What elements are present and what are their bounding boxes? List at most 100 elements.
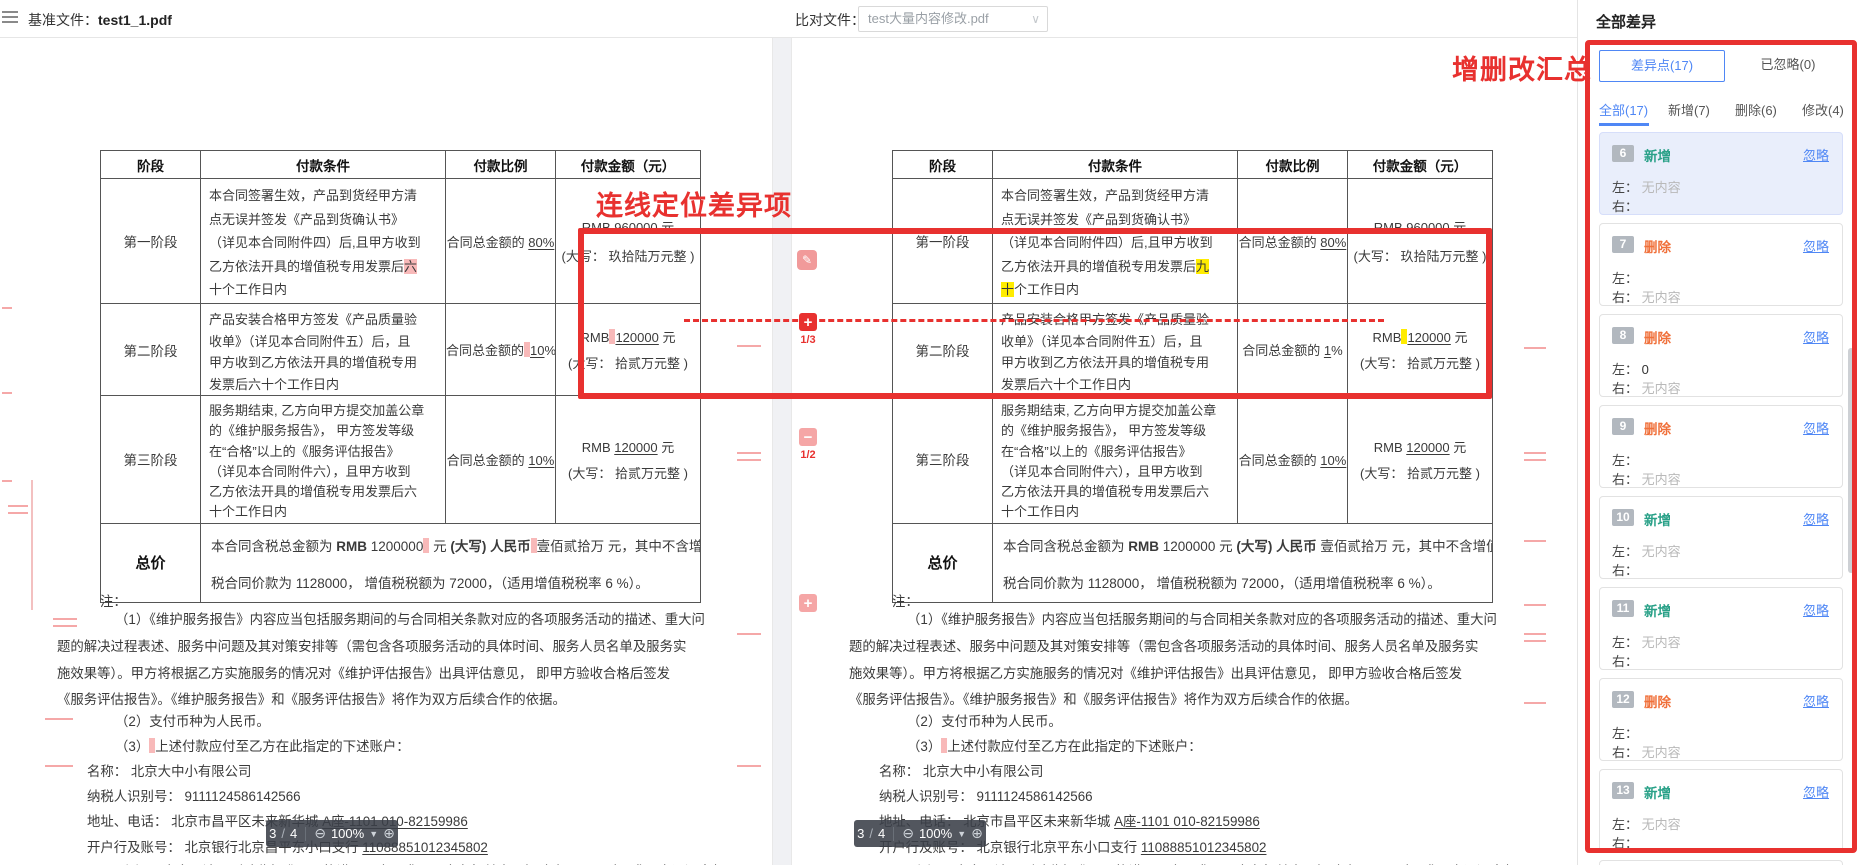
- doc-text: RMB: [582, 440, 615, 455]
- ignore-link[interactable]: 忽略: [1803, 418, 1829, 437]
- doc-text: %: [544, 343, 555, 358]
- zoom-out-icon[interactable]: ⊖: [902, 825, 914, 842]
- filter-deleted[interactable]: 删除(6): [1735, 100, 1777, 119]
- doc-text: (大写： 玖拾陆万元整 ): [1354, 249, 1487, 264]
- note-line: 名称： 北京大中小有限公司: [879, 762, 1043, 782]
- doc-text: (大写： 拾贰万元整 ): [568, 466, 688, 481]
- diff-card[interactable]: 8删除忽略左： 0右： 无内容: [1599, 314, 1843, 397]
- column-header: 付款条件: [201, 151, 446, 179]
- zoom-in-icon[interactable]: ⊕: [971, 825, 983, 842]
- diff-card-left-row: 左： 0: [1612, 359, 1649, 378]
- doc-text: 甲方收到乙方依法开具的增值税专用: [209, 355, 417, 370]
- column-header: 阶段: [893, 151, 993, 179]
- right-label: 右：: [1612, 290, 1638, 305]
- compare-file-label-text: 比对文件：: [795, 12, 865, 28]
- doc-text: 合同总金额的: [447, 235, 529, 250]
- diff-card[interactable]: 7删除忽略左： 右： 无内容: [1599, 223, 1843, 306]
- stage-cell: 第二阶段: [893, 304, 993, 396]
- page-current: 3: [857, 826, 864, 841]
- ignore-link[interactable]: 忽略: [1803, 145, 1829, 164]
- filter-added[interactable]: 新增(7): [1668, 100, 1710, 119]
- zoom-in-icon[interactable]: ⊕: [383, 825, 395, 842]
- highlighted-text: 80%: [1320, 235, 1346, 250]
- highlighted-text: (大写) 人民币: [1236, 539, 1316, 554]
- diff-tick-mark: [53, 618, 77, 620]
- right-page-toolbar: 3 / 4 ⊖ 100% ▼ ⊕: [854, 820, 986, 847]
- left-value: 无内容: [1638, 544, 1681, 559]
- right-value: 无内容: [1638, 472, 1681, 487]
- ignore-link[interactable]: 忽略: [1803, 327, 1829, 346]
- right-value: 无内容: [1638, 290, 1681, 305]
- doc-text: 注：: [100, 594, 127, 609]
- filter-all[interactable]: 全部(17): [1599, 100, 1648, 119]
- doc-text: 服务期结束, 乙方向甲方提交加盖公章: [209, 403, 424, 418]
- diff-tick-mark: [2, 392, 12, 394]
- filter-modified[interactable]: 修改(4): [1802, 100, 1844, 119]
- expand-diff-button-2[interactable]: +: [799, 594, 817, 612]
- diff-tick-mark: [53, 625, 77, 627]
- stage-cell: 第二阶段: [101, 304, 201, 396]
- doc-text: 合同总金额的: [447, 453, 529, 468]
- panel-scrollbar[interactable]: [1848, 348, 1854, 573]
- ignore-link[interactable]: 忽略: [1803, 782, 1829, 801]
- compare-file-select[interactable]: test大量内容修改.pdf ∨: [858, 6, 1048, 32]
- diff-card[interactable]: 9删除忽略左： 右： 无内容: [1599, 405, 1843, 488]
- expand-diff-button[interactable]: +: [799, 313, 817, 331]
- annotate-pen-button[interactable]: ✎: [797, 250, 817, 270]
- doc-text: 点无误并签发《产品到货确认书》: [209, 212, 404, 227]
- right-label: 右：: [1612, 199, 1638, 214]
- ignore-link[interactable]: 忽略: [1803, 691, 1829, 710]
- doc-text: 本合同含税总金额为: [211, 539, 336, 554]
- condition-line: 点无误并签发《产品到货确认书》: [1001, 208, 1231, 232]
- ignore-link[interactable]: 忽略: [1803, 509, 1829, 528]
- note-line: 施效果等）。甲方将根据乙方实施服务的情况对《维护评估报告》出具评估意见， 即甲方…: [57, 664, 670, 684]
- condition-line: 十个工作日内: [1001, 278, 1231, 302]
- doc-text: 名称： 北京大中小有限公司: [879, 764, 1043, 779]
- left-value: 无内容: [1638, 635, 1681, 650]
- doc-text: 产品安装合格甲方签发《产品质量验: [1001, 312, 1209, 327]
- diff-position-indicator: 1/3: [799, 334, 817, 346]
- diff-tick-mark: [8, 512, 28, 514]
- zoom-out-icon[interactable]: ⊖: [314, 825, 326, 842]
- diff-card-badge: 12: [1612, 691, 1634, 708]
- collapse-diff-button[interactable]: −: [799, 428, 817, 446]
- diff-tick-mark: [737, 459, 761, 461]
- doc-text: 壹佰贰拾万 元，其中不含增值: [1317, 539, 1493, 554]
- doc-text: 个工作日内: [1014, 282, 1079, 297]
- highlighted-text: 80%: [528, 235, 554, 250]
- diff-card[interactable]: 10新增忽略左： 无内容右：: [1599, 496, 1843, 579]
- ratio-cell: 合同总金额的 1%: [1238, 304, 1348, 396]
- highlighted-text: 10: [530, 343, 544, 358]
- condition-line: 本合同签署生效，产品到货经甲方清: [1001, 184, 1231, 208]
- right-label: 右：: [1612, 836, 1638, 851]
- right-label: 右：: [1612, 745, 1638, 760]
- doc-text: 元: [659, 330, 676, 345]
- ratio-cell: 合同总金额的 10%: [446, 396, 556, 524]
- diff-card-right-row: 右： 无内容: [1612, 469, 1681, 488]
- amount-line: (大写： 拾贰万元整 ): [556, 353, 700, 372]
- diff-card-badge: 11: [1612, 600, 1634, 617]
- diff-card[interactable]: 11新增忽略左： 无内容右：: [1599, 587, 1843, 670]
- diff-card-type: 删除: [1644, 691, 1671, 711]
- doc-text: 元: [429, 539, 450, 554]
- page-separator: /: [281, 826, 285, 841]
- diff-card[interactable]: 12删除忽略左： 右： 无内容: [1599, 678, 1843, 761]
- zoom-caret-icon[interactable]: ▼: [957, 829, 966, 839]
- note-line: 纳税人识别号： 9111124586142566: [87, 787, 301, 807]
- condition-line: 乙方依法开具的增值税专用发票后六: [209, 255, 439, 279]
- diff-card[interactable]: 13新增忽略左： 无内容右：: [1599, 769, 1843, 852]
- condition-line: （详见本合同附件六），且甲方收到: [209, 462, 439, 482]
- table-total-row: 总价本合同含税总金额为 RMB 1200000 元 (大写) 人民币 壹佰贰拾万…: [101, 523, 701, 602]
- diff-card[interactable]: 14: [1599, 860, 1843, 865]
- ignore-link[interactable]: 忽略: [1803, 236, 1829, 255]
- diff-card[interactable]: 6新增忽略左： 无内容右：: [1599, 132, 1843, 215]
- zoom-caret-icon[interactable]: ▼: [369, 829, 378, 839]
- base-file-label: 基准文件：test1_1.pdf: [28, 10, 172, 30]
- condition-line: （详见本合同附件四）后,且甲方收到: [209, 231, 439, 255]
- hamburger-menu-icon[interactable]: [2, 11, 18, 25]
- ignore-link[interactable]: 忽略: [1803, 600, 1829, 619]
- base-file-name: test1_1.pdf: [98, 12, 172, 28]
- tab-diff-points[interactable]: 差异点(17): [1599, 50, 1725, 82]
- tab-ignored[interactable]: 已忽略(0): [1725, 50, 1851, 82]
- left-value: 无内容: [1638, 180, 1681, 195]
